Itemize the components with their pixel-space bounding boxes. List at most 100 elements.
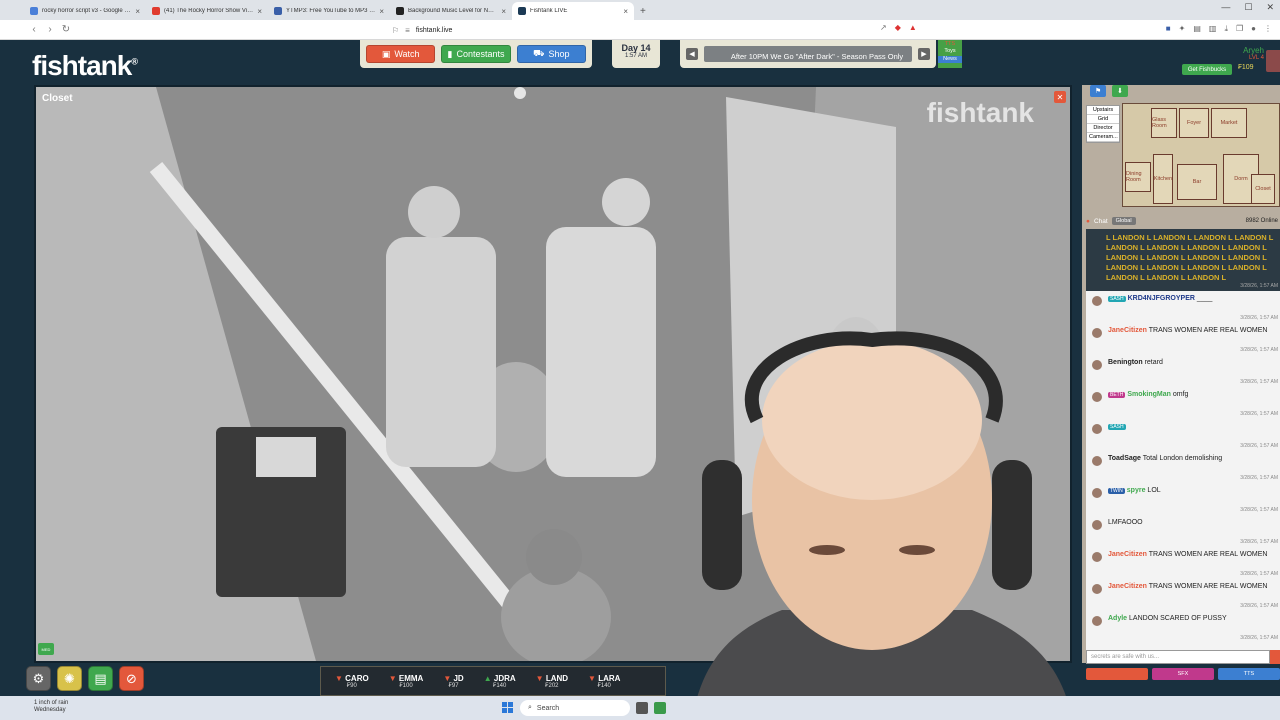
- close-camera-button[interactable]: ✕: [1054, 91, 1066, 103]
- close-window-icon[interactable]: ✕: [1266, 2, 1274, 13]
- tab-close-icon[interactable]: ×: [623, 7, 628, 16]
- chat-messages[interactable]: L LANDON L LANDON L LANDON L LANDON L LA…: [1086, 229, 1280, 651]
- avatar[interactable]: [1092, 392, 1102, 402]
- chat-username[interactable]: ToadSage: [1108, 455, 1141, 462]
- map-room[interactable]: Market: [1211, 108, 1247, 138]
- map-view-icon[interactable]: ⚑: [1090, 85, 1106, 97]
- contestant-item[interactable]: ▼ CARO ₣90: [335, 674, 369, 689]
- avatar[interactable]: [1092, 360, 1102, 370]
- shop-button[interactable]: ⛟ Shop: [516, 45, 586, 63]
- map-room[interactable]: Foyer: [1179, 108, 1209, 138]
- chat-tts-button[interactable]: TTS: [1218, 668, 1280, 680]
- task-view-icon[interactable]: [636, 702, 648, 714]
- mute-button[interactable]: ⊘: [119, 666, 144, 691]
- avatar[interactable]: [1092, 424, 1102, 434]
- tab-close-icon[interactable]: ×: [379, 7, 384, 16]
- browser-tab[interactable]: (41) The Rocky Horror Show Video F... ×: [146, 2, 268, 20]
- taskbar-search[interactable]: ⌕ Search: [520, 700, 630, 716]
- fishtank-logo[interactable]: fishtank®: [32, 50, 138, 82]
- tabs-icon[interactable]: ❐: [1236, 24, 1243, 34]
- avatar[interactable]: [1092, 488, 1102, 498]
- extension-icon[interactable]: ■: [1166, 24, 1171, 34]
- house-map[interactable]: Glass Room Foyer Market Dining Room Kitchen B…: [1122, 103, 1280, 207]
- bookmark-icon[interactable]: ⚐: [392, 26, 399, 35]
- settings-button[interactable]: ⚙: [26, 666, 51, 691]
- avatar[interactable]: [1266, 50, 1280, 72]
- contestant-item[interactable]: ▼ LARA ₣140: [588, 674, 620, 689]
- split-icon[interactable]: ▥: [1209, 24, 1217, 34]
- contestant-item[interactable]: ▼ JD ₣97: [443, 674, 463, 689]
- ticker-next-button[interactable]: ▶: [918, 48, 930, 60]
- map-pin-icon[interactable]: ⬇: [1112, 85, 1128, 97]
- user-info[interactable]: Aryeh LVL 4: [1180, 46, 1264, 61]
- address-bar[interactable]: ⚐ ≡ fishtank.live: [392, 23, 932, 37]
- tab-close-icon[interactable]: ×: [135, 7, 140, 16]
- windows-start-icon[interactable]: [502, 702, 513, 713]
- avatar[interactable]: [1092, 328, 1102, 338]
- map-menu-item[interactable]: Upstairs: [1087, 106, 1119, 115]
- puzzle-icon[interactable]: ✦: [1179, 24, 1186, 34]
- new-tab-button[interactable]: +: [640, 6, 646, 20]
- contestant-item[interactable]: ▲ JDRA ₣140: [484, 674, 516, 689]
- avatar[interactable]: [1092, 552, 1102, 562]
- tts-label[interactable]: TTS: [938, 41, 962, 48]
- download-icon[interactable]: ⤓: [1224, 24, 1228, 34]
- map-room[interactable]: Dining Room: [1125, 162, 1151, 192]
- browser-tab[interactable]: Fishtank LIVE ×: [512, 2, 634, 20]
- back-icon[interactable]: ‹: [26, 24, 42, 35]
- news-label[interactable]: News: [938, 56, 962, 63]
- shield-icon[interactable]: ◆: [895, 23, 901, 32]
- quality-badge[interactable]: MED: [38, 643, 54, 655]
- tts-news-panel[interactable]: TTS Toys News: [938, 40, 962, 68]
- get-fishbucks-button[interactable]: Get Fishbucks: [1182, 64, 1232, 75]
- chat-username[interactable]: JaneCitizen: [1108, 583, 1147, 590]
- chat-username[interactable]: Adyle: [1108, 615, 1127, 622]
- weather-widget[interactable]: 1 inch of rain Wednesday: [34, 700, 68, 714]
- map-menu-item[interactable]: Cameram...: [1087, 133, 1119, 142]
- chat-username[interactable]: JaneCitizen: [1108, 327, 1147, 334]
- chat-tab-global[interactable]: Global: [1111, 217, 1136, 225]
- avatar[interactable]: [1092, 616, 1102, 626]
- chat-send-button[interactable]: [1270, 650, 1280, 664]
- map-room[interactable]: Glass Room: [1151, 108, 1177, 138]
- browser-tab[interactable]: Background Music Level for Narratio... ×: [390, 2, 512, 20]
- map-menu-item[interactable]: Director: [1087, 124, 1119, 133]
- contestant-item[interactable]: ▼ LAND ₣202: [536, 674, 568, 689]
- ticker-prev-button[interactable]: ◀: [686, 48, 698, 60]
- avatar[interactable]: [1092, 584, 1102, 594]
- chat-username[interactable]: SmokingMan: [1127, 391, 1171, 398]
- forward-icon[interactable]: ›: [42, 24, 58, 35]
- warning-icon[interactable]: ▲: [909, 23, 917, 32]
- chat-username[interactable]: JaneCitizen: [1108, 551, 1147, 558]
- reload-icon[interactable]: ↻: [58, 24, 74, 35]
- taskbar-app-icon[interactable]: [654, 702, 666, 714]
- contestant-item[interactable]: ▼ EMMA ₣100: [389, 674, 424, 689]
- chat-username[interactable]: spyre: [1127, 487, 1146, 494]
- contestants-button[interactable]: ▮ Contestants: [441, 45, 511, 63]
- map-room[interactable]: Closet: [1251, 174, 1275, 204]
- avatar[interactable]: [1092, 456, 1102, 466]
- avatar[interactable]: [1092, 296, 1102, 306]
- share-icon[interactable]: ↗: [880, 23, 887, 32]
- browser-tab[interactable]: rocky horror script v3 - Google Docs ×: [24, 2, 146, 20]
- chat-sfx-button[interactable]: SFX: [1152, 668, 1214, 680]
- map-menu-item[interactable]: Grid: [1087, 115, 1119, 124]
- chat-emote-button[interactable]: [1086, 668, 1148, 680]
- watch-button[interactable]: ▣ Watch: [366, 45, 436, 63]
- avatar[interactable]: [1092, 520, 1102, 530]
- profile-icon[interactable]: ●: [1251, 24, 1256, 34]
- site-info-icon[interactable]: ≡: [405, 26, 410, 35]
- ticker-message[interactable]: After 10PM We Go "After Dark" - Season P…: [704, 46, 912, 62]
- tab-close-icon[interactable]: ×: [501, 7, 506, 16]
- map-room[interactable]: Kitchen: [1153, 154, 1173, 204]
- browser-tab[interactable]: YTMP3: Free YouTube to MP3 Conve... ×: [268, 2, 390, 20]
- tab-close-icon[interactable]: ×: [257, 7, 262, 16]
- inventory-button[interactable]: ▤: [88, 666, 113, 691]
- chat-input[interactable]: secrets are safe with us...: [1086, 650, 1270, 664]
- chat-username[interactable]: KRD4NJFGROYPER: [1128, 295, 1195, 302]
- minimize-icon[interactable]: —: [1221, 2, 1230, 13]
- toys-label[interactable]: Toys: [938, 48, 962, 55]
- maximize-icon[interactable]: ☐: [1244, 2, 1252, 13]
- map-room[interactable]: Bar: [1177, 164, 1217, 200]
- chat-username[interactable]: Benington: [1108, 359, 1143, 366]
